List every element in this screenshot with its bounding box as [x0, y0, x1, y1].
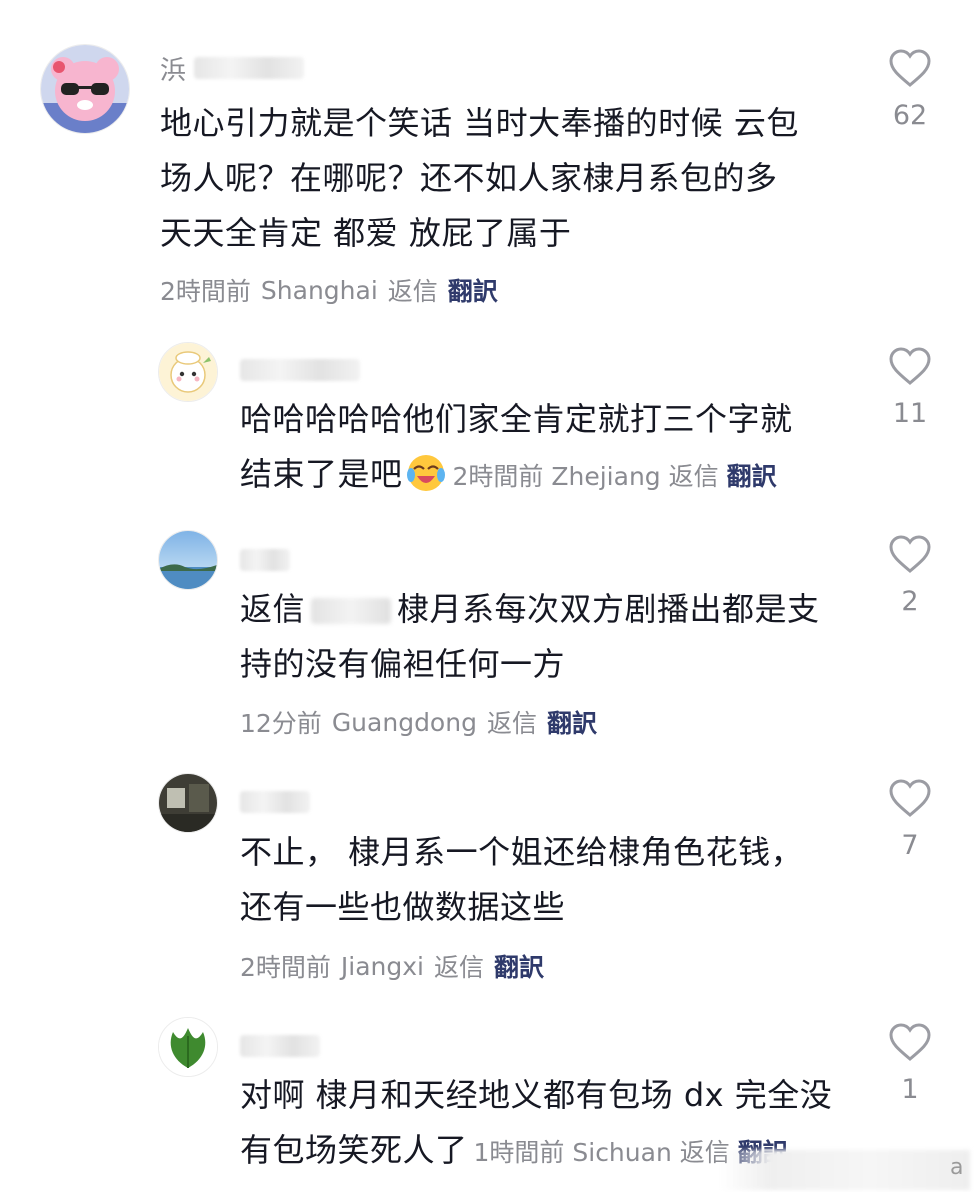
like-button[interactable]: 7: [880, 778, 940, 861]
like-button[interactable]: 1: [880, 1022, 940, 1105]
heart-icon: [889, 49, 931, 87]
username-redaction: [240, 791, 310, 813]
translate-button[interactable]: 翻訳: [448, 272, 498, 308]
comment-time: 12分前: [240, 709, 322, 738]
username-redaction: [240, 549, 290, 571]
comment-meta: 12分前 Guangdong 返信 翻訳: [240, 704, 597, 740]
like-count: 62: [892, 100, 928, 131]
username-redaction: [240, 359, 360, 381]
translate-button[interactable]: 翻訳: [547, 704, 597, 740]
translate-button[interactable]: 翻訳: [727, 462, 777, 491]
like-count: 1: [901, 1074, 919, 1105]
watermark-blur: [720, 1150, 970, 1190]
comment-time: 1時間前: [473, 1138, 565, 1167]
like-count: 2: [901, 586, 919, 617]
username-redaction: [194, 57, 305, 79]
avatar[interactable]: [158, 530, 218, 590]
comment-location: Guangdong: [331, 707, 477, 737]
like-count: 7: [901, 830, 919, 861]
avatar[interactable]: [158, 342, 218, 402]
comment-time: 2時間前: [452, 462, 544, 491]
comment-time: 2時間前: [240, 953, 331, 982]
translate-button[interactable]: 翻訳: [494, 948, 544, 984]
heart-icon: [889, 347, 931, 385]
comment-location: Zhejiang: [551, 462, 661, 491]
heart-icon: [889, 535, 931, 573]
reply-button[interactable]: 返信: [388, 272, 438, 308]
comment-location: Sichuan: [572, 1138, 672, 1167]
watermark-letter: a: [950, 1155, 964, 1180]
username[interactable]: [240, 788, 310, 816]
reply-button[interactable]: 返信: [669, 462, 719, 491]
crying-laughing-emoji-icon: [405, 451, 447, 493]
reply-prefix: 返信: [240, 590, 306, 628]
comment-meta: 2時間前 Jiangxi 返信 翻訳: [240, 948, 544, 984]
reply-button[interactable]: 返信: [487, 704, 537, 740]
comment-text: 返信 棣月系每次双方剧播出都是支 持的没有偏袒任何一方: [240, 590, 820, 683]
mention-redaction: [311, 598, 392, 624]
heart-icon: [889, 779, 931, 817]
avatar[interactable]: [158, 1017, 218, 1077]
username[interactable]: [240, 1032, 320, 1060]
comment-text: 哈哈哈哈哈他们家全肯定就打三个字就 结束了是吧 2時間前 Zhejiang 返信 …: [240, 400, 793, 493]
username[interactable]: 浜: [160, 54, 305, 86]
username-redaction: [240, 1035, 320, 1057]
avatar[interactable]: [40, 44, 130, 134]
comment-location: Jiangxi: [340, 951, 424, 981]
comment-text: 地心引力就是个笑话 当时大奉播的时候 云包 场人呢？在哪呢？还不如人家棣月系包的…: [160, 104, 799, 252]
reply-button[interactable]: 返信: [434, 948, 484, 984]
like-button[interactable]: 11: [880, 346, 940, 429]
comment-meta: 2時間前 Shanghai 返信 翻訳: [160, 272, 498, 308]
heart-icon: [889, 1023, 931, 1061]
like-button[interactable]: 62: [880, 48, 940, 131]
comment-text: 不止， 棣月系一个姐还给棣角色花钱， 还有一些也做数据这些: [240, 833, 804, 926]
username[interactable]: [240, 546, 290, 574]
comment-location: Shanghai: [260, 275, 378, 305]
like-count: 11: [892, 398, 928, 429]
avatar[interactable]: [158, 773, 218, 833]
like-button[interactable]: 2: [880, 534, 940, 617]
comment-time: 2時間前: [160, 277, 251, 306]
username[interactable]: [240, 356, 360, 384]
